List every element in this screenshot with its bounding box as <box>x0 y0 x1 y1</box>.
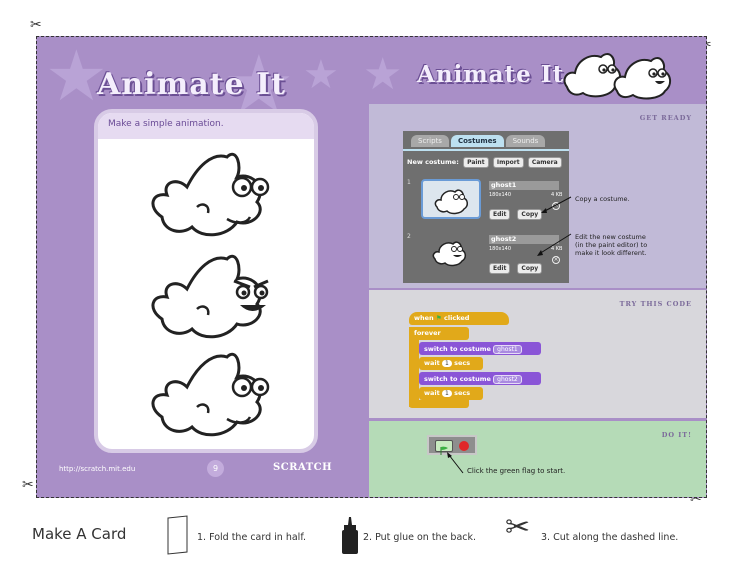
page-number: 9 <box>207 460 224 477</box>
green-flag-icon: ⚑ <box>435 314 442 322</box>
edit-note-line: (in the paint editor) to <box>575 241 648 249</box>
wait-block[interactable]: wait 1 secs <box>419 357 483 370</box>
new-costume-label: New costume: <box>407 158 459 166</box>
section-label: GET READY <box>639 114 692 122</box>
secs-input[interactable]: 1 <box>442 360 452 367</box>
import-button[interactable]: Import <box>492 157 524 168</box>
make-card-heading: Make A Card <box>32 525 127 543</box>
block-text: switch to costume <box>424 345 491 353</box>
tab-costumes[interactable]: Costumes <box>450 135 504 147</box>
tab-scripts[interactable]: Scripts <box>411 135 449 147</box>
ghost-icon <box>142 249 282 345</box>
forever-block[interactable]: forever <box>409 327 469 340</box>
edit-note: Edit the new costume (in the paint edito… <box>575 233 647 257</box>
ghost-thumbnail-icon[interactable] <box>421 179 481 219</box>
left-page: ★ ★ ★ Animate It Make a simple animation… <box>37 37 369 497</box>
section-label: TRY THIS CODE <box>619 300 692 308</box>
step-fold: 1. Fold the card in half. <box>197 532 306 543</box>
scissors-icon: ✂ <box>505 510 531 545</box>
tab-underline <box>403 149 569 151</box>
panel-subtitle: Make a simple animation. <box>98 113 314 139</box>
costume-number: 1 <box>407 179 411 186</box>
edit-note-line: make it look different. <box>575 249 647 257</box>
arrow-icon <box>537 196 572 256</box>
ghost-thumbnail-icon[interactable] <box>421 233 481 273</box>
block-text: wait <box>424 389 440 397</box>
footer-url: http://scratch.mit.edu <box>59 465 136 473</box>
block-text: switch to costume <box>424 375 491 383</box>
block-text: secs <box>454 359 471 367</box>
tab-sounds[interactable]: Sounds <box>505 135 546 147</box>
costume-name[interactable]: ghost1 <box>489 181 559 190</box>
secs-input[interactable]: 1 <box>442 390 452 397</box>
switch-costume-block[interactable]: switch to costume ghost1 <box>419 342 541 355</box>
costume-dropdown[interactable]: ghost1 <box>493 345 522 354</box>
folded-card-icon <box>165 515 191 559</box>
page-title: Animate It <box>417 61 565 88</box>
try-code-section: TRY THIS CODE when ⚑ clicked forever swi… <box>369 290 706 418</box>
block-text: wait <box>424 359 440 367</box>
ghosts-icon <box>559 43 699 101</box>
section-label: DO IT! <box>661 431 692 439</box>
costume-dimensions: 180x140 <box>489 246 512 252</box>
scissors-icon: ✂ <box>22 477 34 493</box>
do-it-note: Click the green flag to start. <box>467 467 566 475</box>
copy-note: Copy a costume. <box>575 195 630 203</box>
block-text: secs <box>454 389 471 397</box>
instructions-bar: Make A Card 1. Fold the card in half. 2.… <box>0 505 740 571</box>
star-decoration-icon: ★ <box>303 52 339 98</box>
paint-button[interactable]: Paint <box>463 157 489 168</box>
do-it-section: DO IT! Click the green flag to start. <box>369 421 706 497</box>
block-text: clicked <box>444 314 470 322</box>
copy-button[interactable]: Copy <box>517 263 543 274</box>
ghost-icon <box>142 347 282 443</box>
wait-block[interactable]: wait 1 secs <box>419 387 483 400</box>
right-page: ★ Animate It GET READY Scripts Costumes … <box>363 37 706 497</box>
card-page: ✂ ✂ ✂ ✂ ★ ★ ★ Animate It Make a simple a… <box>0 0 740 571</box>
star-decoration-icon: ★ <box>363 49 403 100</box>
step-glue: 2. Put glue on the back. <box>363 532 477 543</box>
get-ready-section: GET READY Scripts Costumes Sounds New co… <box>369 104 706 288</box>
ghost-icon <box>142 147 282 243</box>
edit-note-line: Edit the new costume <box>575 233 646 241</box>
step-cut: 3. Cut along the dashed line. <box>541 532 679 543</box>
tab-bar: Scripts Costumes Sounds <box>411 135 546 147</box>
page-title: Animate It <box>97 67 286 102</box>
costume-dropdown[interactable]: ghost2 <box>493 375 522 384</box>
new-costume-row: New costume: Paint Import Camera <box>407 157 562 168</box>
costume-dimensions: 180x140 <box>489 192 512 198</box>
switch-costume-block[interactable]: switch to costume ghost2 <box>419 372 541 385</box>
scissors-icon: ✂ <box>30 17 42 33</box>
glue-bottle-icon <box>341 517 359 559</box>
edit-button[interactable]: Edit <box>489 263 511 274</box>
forever-block-bottom <box>409 400 469 408</box>
animation-panel: Make a simple animation. <box>94 109 318 453</box>
when-flag-clicked-block[interactable]: when ⚑ clicked <box>409 312 509 325</box>
scratch-logo: SCRATCH <box>273 462 333 473</box>
camera-button[interactable]: Camera <box>527 157 562 168</box>
edit-button[interactable]: Edit <box>489 209 511 220</box>
card: ★ ★ ★ Animate It Make a simple animation… <box>36 36 707 498</box>
costume-number: 2 <box>407 233 411 240</box>
block-text: when <box>414 314 434 322</box>
